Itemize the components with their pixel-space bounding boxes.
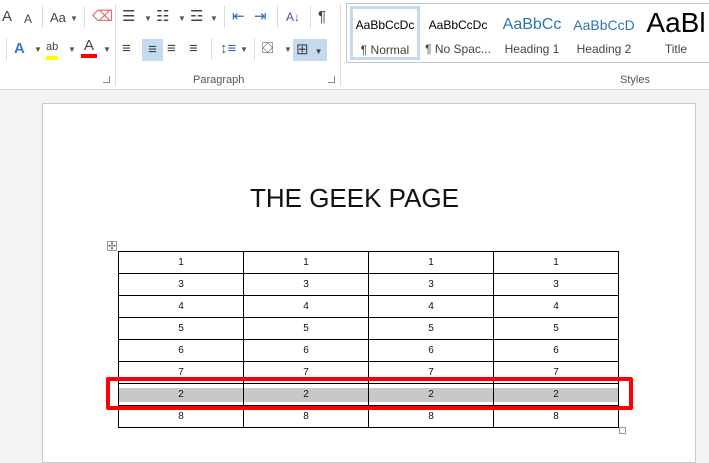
change-case-button[interactable]: Aa [50, 9, 66, 27]
chevron-down-icon[interactable]: ▼ [68, 45, 76, 54]
table-move-handle[interactable]: ✣ [107, 241, 117, 251]
document-title[interactable]: THE GEEK PAGE [0, 183, 709, 214]
table-cell[interactable]: 1 [118, 251, 244, 274]
decrease-indent-button[interactable]: ⇤ [232, 8, 245, 26]
chevron-down-icon[interactable]: ▼ [34, 45, 42, 54]
chevron-down-icon[interactable]: ▼ [240, 45, 248, 54]
table-cell[interactable]: 3 [118, 273, 244, 296]
paragraph-dialog-launcher[interactable] [328, 76, 335, 83]
chevron-down-icon[interactable]: ▼ [178, 14, 186, 23]
shading-button[interactable]: ⛋ [262, 40, 273, 58]
table-row: 4444 [118, 295, 619, 318]
align-center-button[interactable]: ≡ [142, 39, 163, 61]
numbering-button[interactable]: ☷ [156, 8, 169, 26]
table-cell[interactable]: 5 [493, 317, 619, 340]
table-cell[interactable]: 5 [243, 317, 369, 340]
style-title[interactable]: AaBl Title [641, 6, 709, 60]
table-cell[interactable]: 6 [243, 339, 369, 362]
table-cell[interactable]: 5 [368, 317, 494, 340]
highlight-annotation-box [106, 377, 633, 410]
table-row: 1111 [118, 251, 619, 274]
increase-indent-button[interactable]: ⇥ [254, 8, 267, 26]
table-cell[interactable]: 4 [118, 295, 244, 318]
table-cell[interactable]: 3 [368, 273, 494, 296]
align-right-button[interactable]: ≡ [167, 40, 176, 58]
chevron-down-icon[interactable]: ▼ [144, 14, 152, 23]
clear-formatting-button[interactable]: ⌫ [92, 8, 113, 26]
table-cell[interactable]: 1 [493, 251, 619, 274]
text-highlight-button[interactable]: ab [46, 38, 59, 60]
chevron-down-icon[interactable]: ▼ [210, 14, 218, 23]
table-cell[interactable]: 4 [368, 295, 494, 318]
chevron-down-icon[interactable]: ▼ [103, 45, 111, 54]
styles-gallery: AaBbCcDc ¶ Normal AaBbCcDc ¶ No Spac... Aa… [346, 3, 709, 63]
table-cell[interactable]: 1 [243, 251, 369, 274]
table-cell[interactable]: 4 [243, 295, 369, 318]
table-cell[interactable]: 5 [118, 317, 244, 340]
style-normal[interactable]: AaBbCcDc ¶ Normal [350, 6, 420, 60]
chevron-down-icon[interactable]: ▼ [284, 45, 292, 54]
grow-font-button[interactable]: A [2, 8, 12, 26]
table-cell[interactable]: 1 [368, 251, 494, 274]
ribbon: A A Aa ▼ ⌫ A ▼ ab ▼ A ▼ ☰ ▼ ☷ ▼ ☲ ▼ ⇤ ⇥ … [0, 0, 709, 90]
table-cell[interactable]: 6 [368, 339, 494, 362]
sort-button[interactable]: A↓ [286, 8, 300, 26]
justify-button[interactable]: ≡ [189, 40, 198, 58]
styles-group-label: Styles [620, 74, 650, 86]
paragraph-group-label: Paragraph [193, 74, 245, 86]
table-cell[interactable]: 3 [493, 273, 619, 296]
table-cell[interactable]: 4 [493, 295, 619, 318]
align-left-button[interactable]: ≡ [122, 40, 131, 58]
style-heading-1[interactable]: AaBbCc Heading 1 [497, 6, 567, 60]
show-formatting-marks-button[interactable]: ¶ [318, 8, 326, 26]
style-heading-2[interactable]: AaBbCcD Heading 2 [569, 6, 639, 60]
table-row: 5555 [118, 317, 619, 340]
bullets-button[interactable]: ☰ [122, 8, 135, 26]
table-resize-handle[interactable] [619, 427, 626, 434]
table-row: 3333 [118, 273, 619, 296]
font-color-button[interactable]: A [81, 38, 97, 58]
table-row: 6666 [118, 339, 619, 362]
table-cell[interactable]: 3 [243, 273, 369, 296]
chevron-down-icon[interactable]: ▼ [70, 14, 78, 23]
borders-button[interactable]: ⊞ ▼ [293, 39, 327, 61]
table-cell[interactable]: 6 [118, 339, 244, 362]
line-spacing-button[interactable]: ↕≡ [220, 40, 236, 58]
style-no-spacing[interactable]: AaBbCcDc ¶ No Spac... [423, 6, 493, 60]
text-effects-button[interactable]: A [14, 40, 25, 58]
multilevel-list-button[interactable]: ☲ [190, 8, 203, 26]
font-dialog-launcher[interactable] [103, 76, 110, 83]
table-cell[interactable]: 6 [493, 339, 619, 362]
shrink-font-button[interactable]: A [24, 10, 32, 28]
